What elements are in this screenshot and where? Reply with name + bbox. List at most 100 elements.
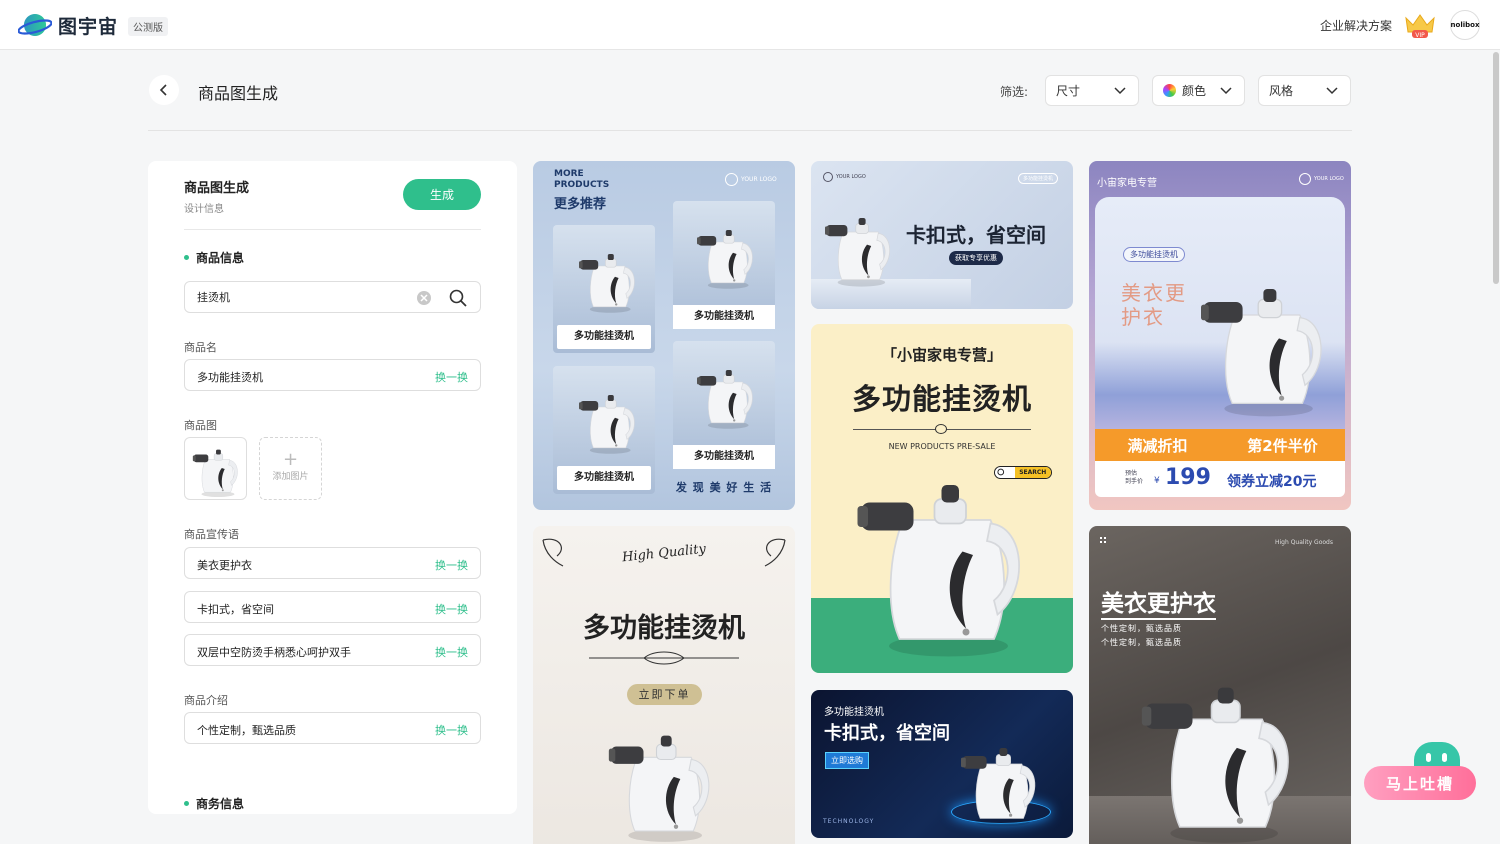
add-image-button[interactable]: + 添加图片 [259,437,322,500]
header-divider [148,130,1352,131]
slogan-value-2: 卡扣式，省空间 [197,603,274,616]
card1-tile-1-label: 多功能挂烫机 [557,325,651,349]
card6-headline: 卡扣式，省空间 [824,723,950,744]
card3-slogan-1: 美衣更 [1121,281,1187,305]
intro-value: 个性定制，甄选品质 [197,724,296,737]
slogan-field-3[interactable]: 双层中空防烫手柄悉心呵护双手 换一换 [184,634,481,666]
card6-cta: 立即选购 [825,752,869,769]
user-avatar[interactable]: nolibox [1450,10,1480,40]
panel-subtitle: 设计信息 [184,204,224,215]
swap-slogan-1-button[interactable]: 换一换 [435,557,468,573]
search-icon[interactable] [448,288,468,308]
intro-label: 商品介绍 [184,694,228,707]
slogan-label: 商品宣传语 [184,528,239,541]
product-search-input[interactable] [197,290,397,304]
swap-slogan-3-button[interactable]: 换一换 [435,644,468,660]
card3-shop: 小宙家电专营 [1097,178,1157,189]
card3-logo: YOUR LOGO [1299,173,1344,185]
brand-name[interactable]: 图宇宙 [58,12,118,39]
slogan-field-1[interactable]: 美衣更护衣 换一换 [184,547,481,579]
card3-chip: 多功能挂烫机 [1123,247,1185,262]
back-button[interactable] [149,75,179,105]
result-card-3[interactable]: 小宙家电专营 YOUR LOGO 多功能挂烫机 美衣更 护衣 满减折扣 第2件半价… [1089,161,1351,510]
section-dot-icon [184,801,189,806]
filter-label: 筛选: [1000,85,1029,99]
kettle-image [579,239,639,317]
card1-tile-3-label: 多功能挂烫机 [557,466,651,490]
card3-coupon: 领券立减20元 [1227,474,1317,490]
card3-promo-1: 满减折扣 [1127,436,1188,455]
kettle-image [579,380,639,458]
card1-tile-1: 多功能挂烫机 [553,225,655,353]
chevron-down-icon [1326,87,1338,95]
filter-size-label: 尺寸 [1056,84,1081,98]
card2-headline: 卡扣式，省空间 [906,223,1046,247]
panel-divider [184,229,481,230]
ornament-divider-icon [589,651,739,665]
enterprise-solutions-link[interactable]: 企业解决方案 [1320,17,1392,34]
result-card-1[interactable]: MORE PRODUCTS 更多推荐 YOUR LOGO 多功能挂烫机 多功能挂… [533,161,795,510]
kettle-image [697,215,757,293]
page-scrollbar-thumb[interactable] [1493,52,1499,284]
product-name-field[interactable]: 多功能挂烫机 换一换 [184,359,481,391]
result-card-5[interactable]: High Quality 多功能挂烫机 立即下单 [533,526,795,844]
card1-more-en: MORE PRODUCTS [554,169,610,190]
card7-line-1: 个性定制，甄选品质 [1101,624,1182,633]
card3-promo-bar: 满减折扣 第2件半价 [1095,429,1345,461]
card3-pre-label: 预估 到手价 [1125,470,1143,486]
plus-icon: + [282,449,299,470]
card3-price-bar: 预估 到手价 ¥ 199 领券立减20元 [1095,461,1345,497]
card6-footer: TECHNOLOGY [823,818,875,825]
filter-style-select[interactable]: 风格 [1258,75,1351,106]
feedback-label: 马上吐槽 [1364,766,1476,800]
card1-tile-2: 多功能挂烫机 [673,201,775,329]
page-title: 商品图生成 [198,84,279,103]
card5-cta: 立即下单 [627,684,702,705]
beta-badge: 公测版 [128,17,168,36]
swap-intro-button[interactable]: 换一换 [435,722,468,738]
result-card-7[interactable]: High Quality Goods 美衣更护衣 个性定制，甄选品质 个性定制，… [1089,526,1351,844]
logo-circle-icon [1299,173,1311,185]
generate-button[interactable]: 生成 [403,179,481,210]
swap-slogan-2-button[interactable]: 换一换 [435,601,468,617]
kettle-image [825,201,895,291]
card4-shop: 「小宙家电专营」 [881,346,1002,364]
chevron-left-icon [159,84,167,96]
card7-line-2: 个性定制，甄选品质 [1101,638,1182,647]
planet-logo-icon[interactable] [18,10,52,40]
kettle-image [1201,261,1331,421]
clear-icon[interactable] [416,290,432,306]
kettle-image [608,714,718,844]
card3-slogan-2: 护衣 [1121,305,1165,329]
filter-color-label: 颜色 [1182,84,1207,98]
card4-rule-ornament [935,424,947,434]
section-dot-icon [184,255,189,260]
section-product-info: 商品信息 [184,249,244,266]
swap-name-button[interactable]: 换一换 [435,369,468,385]
slogan-value-1: 美衣更护衣 [197,559,252,572]
product-search-box [184,281,481,313]
kettle-image [697,355,757,433]
intro-field[interactable]: 个性定制，甄选品质 换一换 [184,712,481,744]
result-card-4[interactable]: 「小宙家电专营」 多功能挂烫机 NEW PRODUCTS PRE-SALE SE… [811,324,1073,673]
panel-title: 商品图生成 [184,181,250,196]
slogan-field-2[interactable]: 卡扣式，省空间 换一换 [184,591,481,623]
card3-pre-label-1: 预估 [1125,470,1138,477]
vip-text: VIP [1415,32,1425,39]
card4-headline: 多功能挂烫机 [851,382,1032,416]
card2-badge: 获取专享优惠 [949,251,1003,265]
kettle-image [1131,656,1311,844]
result-card-2[interactable]: YOUR LOGO 多功能挂烫机 卡扣式，省空间 获取专享优惠 [811,161,1073,309]
card7-headline: 美衣更护衣 [1101,584,1216,620]
section-business-title: 商务信息 [196,797,245,811]
filter-color-select[interactable]: 颜色 [1152,75,1245,106]
card1-tile-2-label: 多功能挂烫机 [673,305,775,329]
filter-size-select[interactable]: 尺寸 [1045,75,1139,106]
product-name-value: 多功能挂烫机 [197,371,263,384]
result-card-6[interactable]: 多功能挂烫机 卡扣式，省空间 立即选购 TECHNOLOGY [811,690,1073,838]
product-image-thumbnail[interactable] [184,437,247,500]
card3-promo-2: 第2件半价 [1247,436,1318,455]
feedback-button[interactable]: 马上吐槽 [1364,742,1476,800]
vip-crown-icon[interactable]: VIP [1403,12,1437,40]
card2-logo: YOUR LOGO [823,172,866,182]
